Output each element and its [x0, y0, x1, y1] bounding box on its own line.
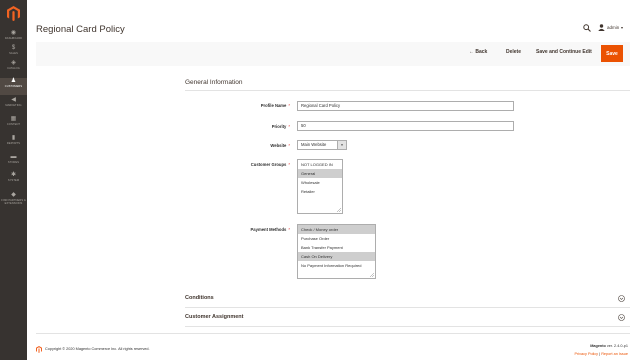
profile-name-label: Profile Name * [260, 103, 290, 108]
select-option[interactable]: Check / Money order [298, 225, 375, 234]
customer-assignment-title: Customer Assignment [185, 314, 244, 320]
section-title: General Information [185, 79, 243, 86]
required-mark: * [288, 143, 290, 148]
admin-sidebar: ◉ DASHBOARD $ SALES ◈ CATALOG ♟ CUSTOMERS ◀ MARKE… [0, 0, 27, 360]
version-brand: Magento [590, 344, 606, 348]
chevron-down-icon[interactable]: ▾ [621, 25, 623, 30]
box-icon: ◈ [11, 60, 16, 66]
sidebar-item-find-partners-extensions[interactable]: ◆ FIND PARTNERS & EXTENSIONS [0, 192, 27, 212]
extensions-icon: ◆ [11, 192, 16, 198]
version-number: ver. 2.4.0-p1 [605, 344, 628, 348]
sidebar-item-label: REPORTS [6, 142, 21, 145]
user-menu-name[interactable]: admin [607, 25, 619, 30]
required-mark: * [288, 227, 290, 232]
profile-name-input[interactable]: Regional Card Policy [297, 101, 514, 111]
conditions-section[interactable]: Conditions [185, 290, 630, 308]
expand-chevron-icon[interactable] [618, 295, 625, 302]
dashboard-icon: ◉ [10, 30, 17, 36]
select-option[interactable]: No Payment Information Required [298, 261, 375, 270]
expand-chevron-icon[interactable] [618, 314, 625, 321]
select-option[interactable]: Cash On Delivery [298, 252, 375, 261]
select-option[interactable]: Purchase Order [298, 234, 375, 243]
customer-groups-multiselect[interactable]: NOT LOGGED IN General Wholesale Retailer [297, 159, 343, 214]
sidebar-item-label: SALES [9, 52, 18, 55]
footer-links: Privacy Policy | Report an Issue [548, 352, 628, 356]
version-info: Magento ver. 2.4.0-p1 [560, 344, 628, 348]
sidebar-item-label: CATALOG [7, 67, 20, 70]
layout-icon: ▦ [10, 116, 17, 122]
dollar-icon: $ [11, 45, 16, 51]
priority-input[interactable]: 50 [297, 121, 514, 131]
select-option[interactable]: Wholesale [298, 178, 342, 187]
magento-logo[interactable] [7, 6, 20, 21]
sidebar-item-system[interactable]: ✱ SYSTEM [0, 172, 27, 189]
bar-chart-icon: ▮ [11, 135, 16, 141]
sidebar-item-reports[interactable]: ▮ REPORTS [0, 135, 27, 152]
page-title: Regional Card Policy [36, 24, 125, 35]
magento-logo [36, 346, 42, 353]
customer-assignment-section[interactable]: Customer Assignment [185, 309, 630, 327]
sidebar-item-label: STORES [7, 161, 20, 164]
website-select[interactable]: Main Website ▾ [297, 140, 347, 150]
save-and-continue-button[interactable]: Save and Continue Edit [536, 49, 592, 55]
priority-label: Priority * [271, 124, 290, 129]
report-issue-link[interactable]: Report an Issue [601, 352, 628, 356]
sidebar-item-label: CONTENT [6, 123, 21, 126]
payment-methods-multiselect[interactable]: Check / Money order Purchase Order Bank Tr… [297, 224, 376, 279]
sidebar-item-customers[interactable]: ♟ CUSTOMERS [0, 78, 27, 95]
required-mark: * [288, 162, 290, 167]
copyright-text: Copyright © 2020 Magento Commerce Inc. A… [45, 347, 150, 351]
select-option[interactable]: General [298, 169, 342, 178]
select-option[interactable]: NOT LOGGED IN [298, 160, 342, 169]
required-mark: * [288, 124, 290, 129]
delete-button[interactable]: Delete [506, 49, 521, 55]
save-button[interactable]: Save [601, 45, 623, 62]
sidebar-item-label: CUSTOMERS [4, 85, 23, 88]
search-icon[interactable] [583, 24, 591, 32]
sidebar-item-label: DASHBOARD [4, 37, 23, 40]
conditions-title: Conditions [185, 295, 214, 301]
store-icon: ▬ [10, 154, 17, 160]
person-icon: ♟ [10, 78, 17, 84]
select-option[interactable]: Retailer [298, 187, 342, 196]
sidebar-item-stores[interactable]: ▬ STORES [0, 154, 27, 171]
resize-grip-icon[interactable] [337, 208, 341, 212]
gear-icon: ✱ [10, 172, 17, 178]
privacy-policy-link[interactable]: Privacy Policy [574, 352, 598, 356]
payment-methods-label: Payment Methods * [250, 227, 290, 232]
required-mark: * [288, 103, 290, 108]
megaphone-icon: ◀ [11, 97, 16, 103]
section-divider [185, 90, 630, 91]
website-label: Website * [270, 143, 290, 148]
back-button[interactable]: ← Back [469, 49, 487, 55]
select-option[interactable]: Bank Transfer Payment [298, 243, 375, 252]
customer-groups-label: Customer Groups * [250, 162, 290, 167]
website-select-value: Main Website [301, 142, 327, 147]
sidebar-item-catalog[interactable]: ◈ CATALOG [0, 60, 27, 77]
sidebar-item-label: FIND PARTNERS & EXTENSIONS [1, 199, 26, 205]
sidebar-item-marketing[interactable]: ◀ MARKETING [0, 97, 27, 114]
sidebar-item-content[interactable]: ▦ CONTENT [0, 116, 27, 133]
select-arrow-icon: ▾ [337, 141, 346, 149]
resize-grip-icon[interactable] [370, 273, 374, 277]
sidebar-item-label: MARKETING [5, 104, 22, 107]
footer-divider [36, 333, 630, 334]
sidebar-item-label: SYSTEM [7, 179, 20, 182]
user-icon[interactable] [598, 24, 605, 31]
